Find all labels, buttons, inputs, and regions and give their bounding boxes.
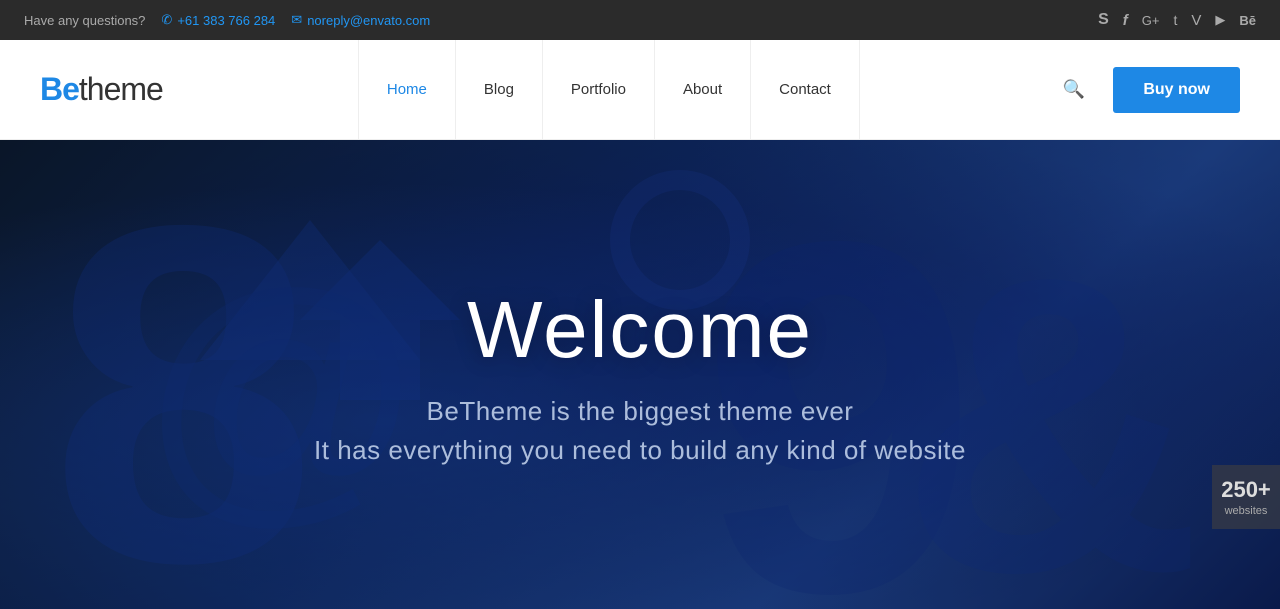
nav-item-portfolio[interactable]: Portfolio: [543, 40, 655, 140]
nav-item-contact[interactable]: Contact: [751, 40, 860, 140]
hero-content: Welcome BeTheme is the biggest theme eve…: [314, 284, 966, 466]
phone-icon: ✆: [161, 12, 172, 28]
topbar: Have any questions? ✆ +61 383 766 284 ✉ …: [0, 0, 1280, 40]
facebook-icon[interactable]: f: [1123, 12, 1128, 29]
navbar: Betheme Home Blog Portfolio About Contac…: [0, 40, 1280, 140]
behance-icon[interactable]: Bē: [1239, 13, 1256, 28]
nav-item-blog[interactable]: Blog: [456, 40, 543, 140]
topbar-phone[interactable]: ✆ +61 383 766 284: [161, 12, 275, 28]
buy-now-button[interactable]: Buy now: [1113, 67, 1240, 113]
hero-subtitle-2: It has everything you need to build any …: [314, 435, 966, 466]
nav-right: 🔍 Buy now: [1055, 67, 1240, 113]
search-icon: 🔍: [1063, 79, 1085, 99]
logo-be: Be: [40, 71, 79, 108]
search-button[interactable]: 🔍: [1055, 70, 1093, 109]
topbar-social-links: S f G+ t V ▶ Bē: [1098, 11, 1256, 29]
badge-250: 250+ websites: [1212, 465, 1280, 529]
logo-rest: theme: [79, 71, 163, 108]
hero-subtitle-1: BeTheme is the biggest theme ever: [314, 396, 966, 427]
hero-section: 8 9 & @ Welcome BeTheme is the biggest t…: [0, 140, 1280, 609]
topbar-left: Have any questions? ✆ +61 383 766 284 ✉ …: [24, 12, 430, 28]
skype-icon[interactable]: S: [1098, 11, 1109, 29]
badge-text: websites: [1220, 505, 1272, 517]
nav-links: Home Blog Portfolio About Contact: [358, 40, 860, 139]
topbar-email[interactable]: ✉ noreply@envato.com: [291, 12, 430, 28]
googleplus-icon[interactable]: G+: [1142, 13, 1160, 28]
badge-number: 250+: [1220, 477, 1272, 503]
nav-item-home[interactable]: Home: [358, 40, 456, 140]
email-icon: ✉: [291, 12, 302, 28]
twitter-icon[interactable]: t: [1173, 12, 1177, 28]
topbar-question: Have any questions?: [24, 13, 145, 28]
vimeo-icon[interactable]: V: [1191, 12, 1201, 29]
nav-item-about[interactable]: About: [655, 40, 751, 140]
site-logo: Betheme: [40, 71, 163, 108]
youtube-icon[interactable]: ▶: [1215, 12, 1225, 28]
hero-title: Welcome: [314, 284, 966, 376]
